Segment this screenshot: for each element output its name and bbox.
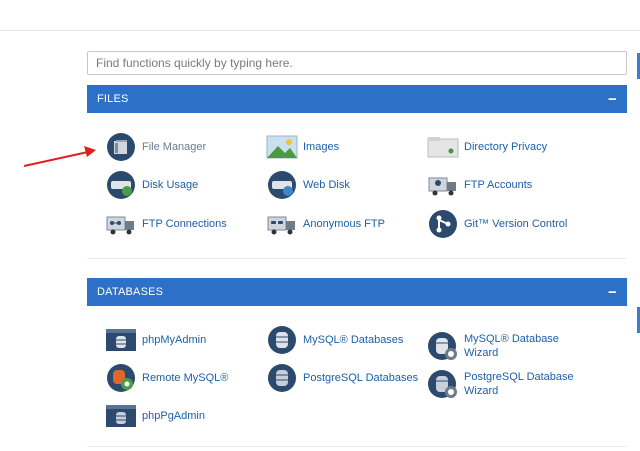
files-panel-divider (87, 258, 627, 259)
mysql-wizard-icon (427, 331, 459, 361)
ftp-accounts-icon (427, 170, 459, 200)
phppgadmin-label: phpPgAdmin (142, 410, 205, 422)
anonymous-ftp-icon (266, 209, 298, 239)
file-manager-label: File Manager (142, 141, 207, 153)
databases-panel-header[interactable]: DATABASES − (87, 278, 627, 306)
ftp-connections-icon (105, 209, 137, 239)
git-icon (427, 209, 459, 239)
files-panel-header[interactable]: FILES − (87, 85, 627, 113)
top-bar (0, 0, 640, 31)
ftp-accounts-item[interactable]: FTP Accounts (427, 170, 532, 200)
mysql-database-wizard-label: MySQL® Database Wizard (464, 333, 559, 359)
anonymous-ftp-item[interactable]: Anonymous FTP (266, 209, 385, 239)
files-collapse-button[interactable]: − (608, 92, 617, 107)
git-version-control-label: Git™ Version Control (464, 218, 568, 230)
anonymous-ftp-label: Anonymous FTP (303, 218, 385, 230)
postgresql-database-wizard-item[interactable]: PostgreSQL Database Wizard (427, 368, 574, 400)
disk-usage-item[interactable]: Disk Usage (105, 170, 198, 200)
directory-privacy-item[interactable]: Directory Privacy (427, 132, 547, 162)
mysql-databases-icon (266, 325, 298, 355)
remote-mysql-label: Remote MySQL® (142, 372, 229, 384)
red-arrow-annotation (23, 146, 96, 167)
disk-usage-icon (105, 170, 137, 200)
phpmyadmin-icon (105, 325, 137, 355)
mysql-databases-item[interactable]: MySQL® Databases (266, 325, 403, 355)
databases-collapse-button[interactable]: − (608, 285, 617, 300)
postgresql-wizard-icon (427, 369, 459, 399)
remote-mysql-item[interactable]: Remote MySQL® (105, 363, 228, 393)
directory-privacy-label: Directory Privacy (464, 141, 548, 153)
postgresql-databases-label: PostgreSQL Databases (303, 372, 419, 384)
ftp-connections-item[interactable]: FTP Connections (105, 209, 227, 239)
postgresql-databases-item[interactable]: PostgreSQL Databases (266, 363, 418, 393)
file-manager-item[interactable]: File Manager (105, 132, 206, 162)
disk-usage-label: Disk Usage (142, 179, 199, 191)
web-disk-icon (266, 170, 298, 200)
postgresql-database-wizard-label: PostgreSQL Database Wizard (464, 371, 574, 397)
files-panel-title: FILES (97, 93, 129, 105)
git-version-control-item[interactable]: Git™ Version Control (427, 209, 567, 239)
file-manager-icon (105, 132, 137, 162)
mysql-databases-label: MySQL® Databases (303, 334, 404, 346)
remote-mysql-icon (105, 363, 137, 393)
phpmyadmin-item[interactable]: phpMyAdmin (105, 325, 206, 355)
images-label: Images (303, 141, 340, 153)
web-disk-label: Web Disk (303, 179, 350, 191)
right-edge-strip (636, 31, 640, 451)
postgresql-databases-icon (266, 363, 298, 393)
databases-panel-title: DATABASES (97, 286, 164, 298)
databases-panel-divider (87, 446, 627, 447)
mysql-database-wizard-item[interactable]: MySQL® Database Wizard (427, 330, 574, 362)
phpmyadmin-label: phpMyAdmin (142, 334, 207, 346)
images-icon (266, 132, 298, 162)
web-disk-item[interactable]: Web Disk (266, 170, 350, 200)
phppgadmin-item[interactable]: phpPgAdmin (105, 401, 205, 431)
images-item[interactable]: Images (266, 132, 339, 162)
phppgadmin-icon (105, 401, 137, 431)
directory-privacy-icon (427, 132, 459, 162)
ftp-connections-label: FTP Connections (142, 218, 227, 230)
ftp-accounts-label: FTP Accounts (464, 179, 533, 191)
search-input[interactable] (87, 51, 627, 75)
